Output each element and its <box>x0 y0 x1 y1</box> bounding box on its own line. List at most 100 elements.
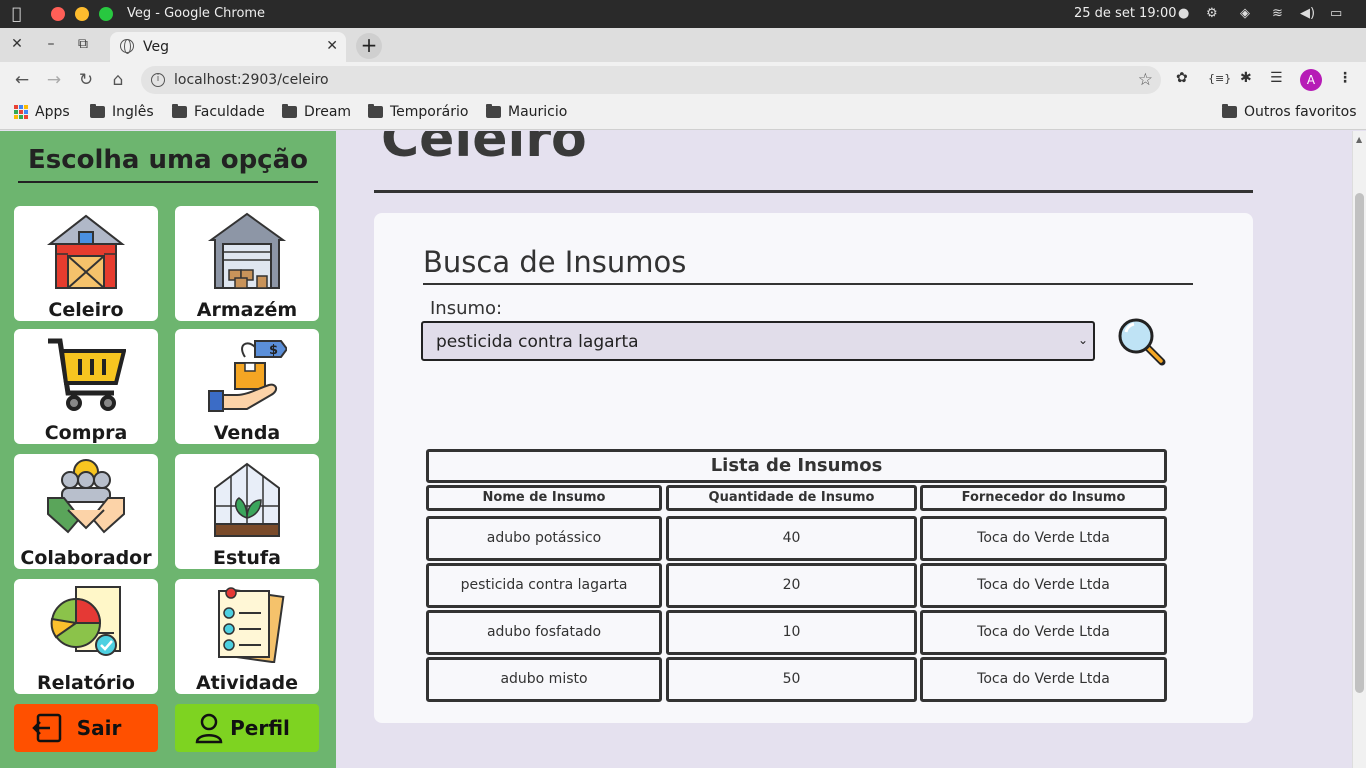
window-minimize-dot[interactable] <box>75 7 89 21</box>
apps-grid-icon <box>14 105 28 119</box>
bookmark-apps[interactable]: Apps <box>14 104 70 120</box>
table-header: Fornecedor do Insumo <box>920 485 1167 511</box>
volume-icon[interactable]: ◀) <box>1300 6 1315 21</box>
reading-list-icon[interactable]: ☰ <box>1270 70 1283 86</box>
logout-button[interactable]: Sair <box>14 704 158 752</box>
extension-puzzle-icon[interactable]: ✿ <box>1176 70 1188 86</box>
window-maximize-dot[interactable] <box>99 7 113 21</box>
sidebar-item-label: Celeiro <box>48 299 124 321</box>
report-chart-icon <box>50 586 121 656</box>
scroll-up-icon[interactable]: ▲ <box>1356 135 1362 144</box>
wifi-icon[interactable]: ≋ <box>1272 6 1283 21</box>
bookmark-faculdade[interactable]: Faculdade <box>172 104 265 120</box>
bookmark-temporario[interactable]: Temporário <box>368 104 468 120</box>
table-cell: adubo potássico <box>426 516 662 561</box>
page-title: Celeiro <box>381 131 587 169</box>
sidebar-item-compra[interactable]: Compra <box>14 329 158 444</box>
table-cell: adubo misto <box>426 657 662 702</box>
barn-icon <box>47 214 125 289</box>
table-cell: adubo fosfatado <box>426 610 662 655</box>
logout-label: Sair <box>76 716 122 740</box>
bookmark-other[interactable]: Outros favoritos <box>1222 104 1357 120</box>
bookmark-star-icon[interactable]: ☆ <box>1138 70 1153 90</box>
accessibility-icon[interactable]: ⚙ <box>1206 6 1218 21</box>
site-info-icon[interactable]: i <box>151 73 165 87</box>
address-bar[interactable]: i localhost:2903/celeiro ☆ <box>141 66 1161 94</box>
sidebar-item-atividade[interactable]: Atividade <box>175 579 319 694</box>
close-window-icon[interactable]: ✕ <box>8 36 26 52</box>
table-cell: 40 <box>666 516 917 561</box>
scroll-thumb[interactable] <box>1355 193 1364 693</box>
json-extension-icon[interactable]: {≡} <box>1208 72 1231 85</box>
reload-icon[interactable]: ↻ <box>76 70 96 90</box>
table-header: Quantidade de Insumo <box>666 485 917 511</box>
folder-icon <box>368 104 383 118</box>
home-icon[interactable]: ⌂ <box>108 70 128 90</box>
insumo-select[interactable]: pesticida contra lagarta ⌄ <box>421 321 1095 361</box>
new-tab-button[interactable]: + <box>356 33 382 59</box>
os-top-bar:  Veg - Google Chrome 25 de set 19:00 ● … <box>0 0 1366 28</box>
search-icon[interactable] <box>1116 316 1168 368</box>
bookmark-label: Mauricio <box>508 104 568 120</box>
table-cell: Toca do Verde Ltda <box>920 516 1167 561</box>
globe-icon <box>120 39 134 54</box>
sidebar-item-colaborador[interactable]: Colaborador <box>14 454 158 569</box>
profile-avatar[interactable]: A <box>1300 69 1322 91</box>
bookmarks-bar: Apps Inglês Faculdade Dream Temporário M… <box>0 98 1366 130</box>
extensions-icon[interactable]: ✱ <box>1240 70 1252 86</box>
panel-title: Busca de Insumos <box>423 245 1193 285</box>
bookmark-ingles[interactable]: Inglês <box>90 104 154 120</box>
forward-arrow-icon[interactable]: → <box>44 70 64 90</box>
page-scrollbar[interactable]: ▲ <box>1352 131 1366 768</box>
bookmark-label: Outros favoritos <box>1244 104 1357 120</box>
tab-close-icon[interactable]: ✕ <box>326 38 338 54</box>
back-arrow-icon[interactable]: ← <box>12 70 32 90</box>
bookmark-mauricio[interactable]: Mauricio <box>486 104 567 120</box>
bookmark-label: Faculdade <box>194 104 265 120</box>
table-cell: Toca do Verde Ltda <box>920 610 1167 655</box>
tab-strip: ✕ – ⧉ Veg ✕ + <box>0 28 1366 62</box>
sidebar-item-armazem[interactable]: Armazém <box>175 206 319 321</box>
table-cell: 50 <box>666 657 917 702</box>
restore-window-icon[interactable]: ⧉ <box>74 36 92 52</box>
checklist-icon <box>218 587 285 663</box>
sidebar-item-celeiro[interactable]: Celeiro <box>14 206 158 321</box>
url-text[interactable]: localhost:2903/celeiro <box>174 72 329 88</box>
table-caption: Lista de Insumos <box>426 449 1167 483</box>
toolbar: ← → ↻ ⌂ i localhost:2903/celeiro ☆ ✿ {≡}… <box>0 62 1366 98</box>
bookmark-label: Inglês <box>112 104 154 120</box>
sale-hand-icon: $ <box>208 340 287 412</box>
sidebar-title: Escolha uma opção <box>18 145 318 183</box>
folder-icon <box>486 104 501 118</box>
battery-icon[interactable]: ▭ <box>1330 6 1342 21</box>
bookmark-dream[interactable]: Dream <box>282 104 351 120</box>
bookmark-label: Temporário <box>390 104 469 120</box>
table-cell: 10 <box>666 610 917 655</box>
chevron-down-icon: ⌄ <box>1077 333 1088 347</box>
greenhouse-icon <box>214 462 280 537</box>
menu-kebab-icon[interactable]: ⋮ <box>1338 70 1352 86</box>
tab-title: Veg <box>143 39 169 55</box>
window-close-dot[interactable] <box>51 7 65 21</box>
handshake-team-icon <box>47 459 125 534</box>
folder-icon <box>172 104 187 118</box>
sidebar-item-venda[interactable]: $ Venda <box>175 329 319 444</box>
bookmark-label: Apps <box>35 104 70 120</box>
table-cell: Toca do Verde Ltda <box>920 657 1167 702</box>
sidebar-item-relatorio[interactable]: Relatório <box>14 579 158 694</box>
profile-button[interactable]: Perfil <box>175 704 319 752</box>
sidebar: Escolha uma opção Celeiro Armazém Compra… <box>0 131 336 768</box>
folder-icon <box>282 104 297 118</box>
sidebar-item-estufa[interactable]: Estufa <box>175 454 319 569</box>
minimize-window-icon[interactable]: – <box>42 36 60 52</box>
table-cell: pesticida contra lagarta <box>426 563 662 608</box>
table-cell: 20 <box>666 563 917 608</box>
tab-veg[interactable]: Veg ✕ <box>110 32 346 62</box>
folder-icon <box>90 104 105 118</box>
system-clock[interactable]: 25 de set 19:00 <box>1074 6 1177 21</box>
sidebar-item-label: Venda <box>213 422 281 444</box>
insumo-select-value: pesticida contra lagarta <box>436 332 639 352</box>
apple-icon[interactable]:  <box>12 5 30 23</box>
tray-app-icon[interactable]: ◈ <box>1240 6 1250 21</box>
table-cell: Toca do Verde Ltda <box>920 563 1167 608</box>
